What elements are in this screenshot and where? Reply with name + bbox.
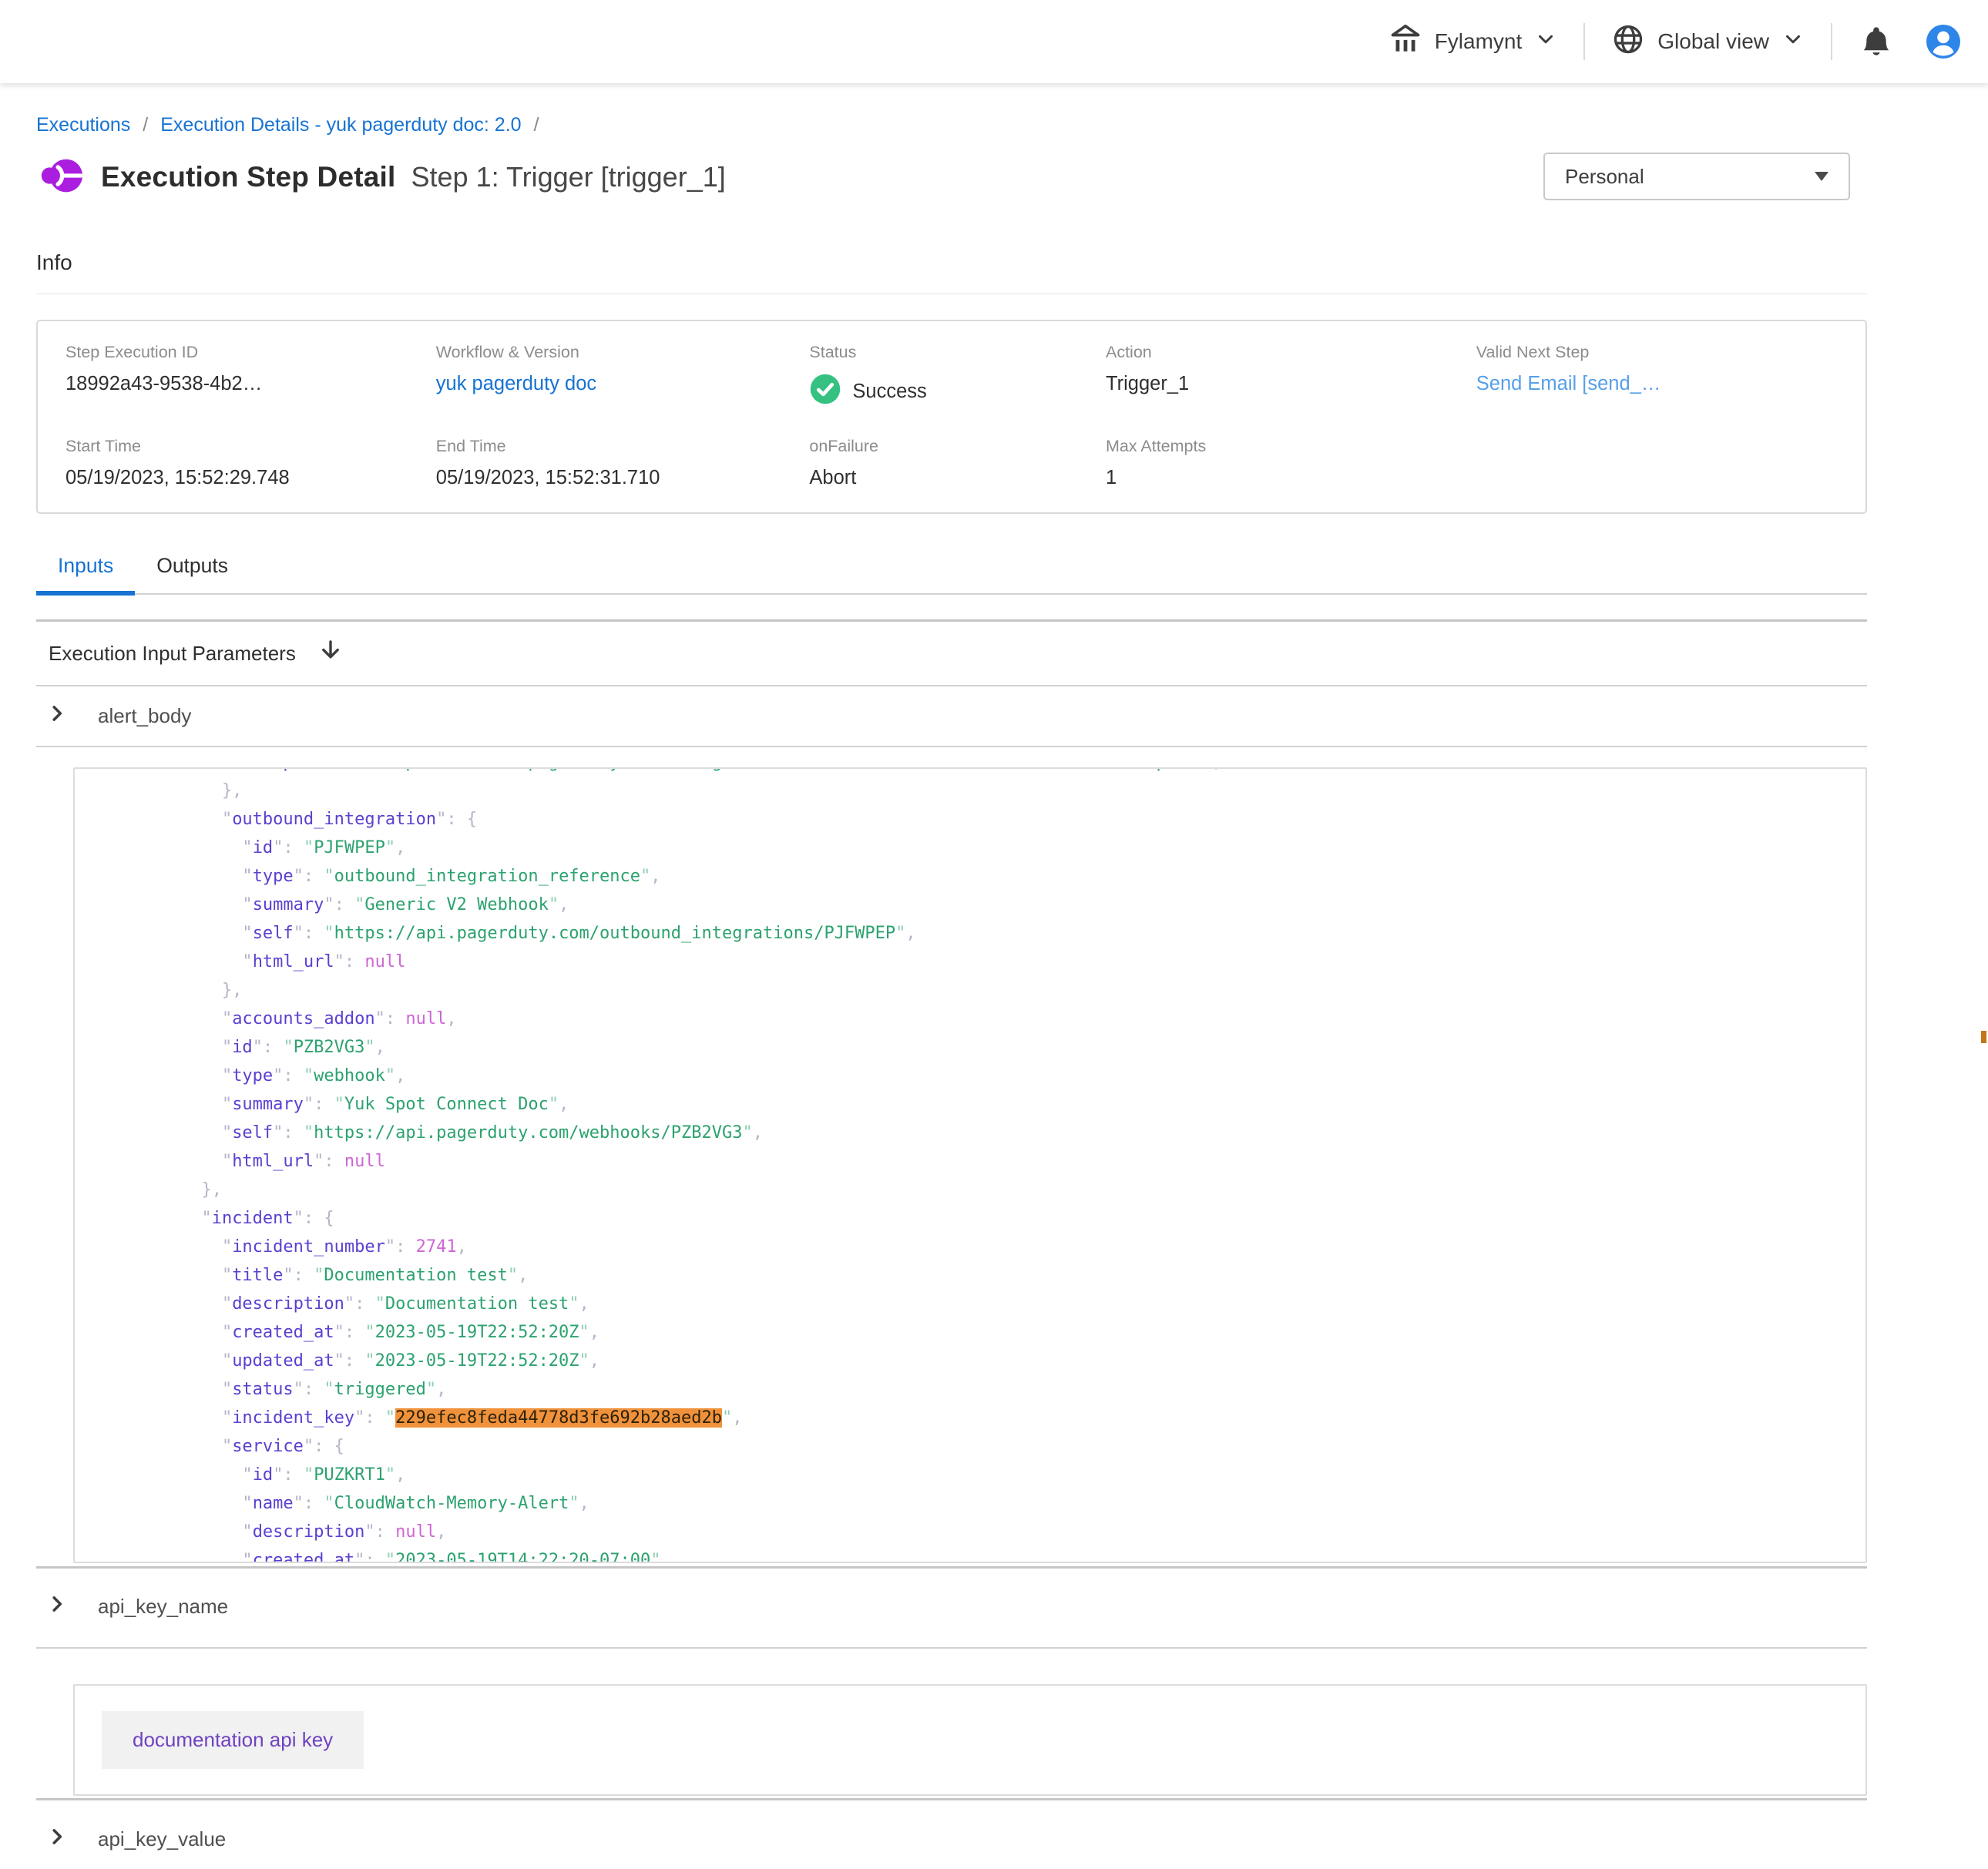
workflow-logo-icon [36, 152, 84, 203]
org-switcher[interactable]: Fylamynt [1389, 22, 1558, 62]
param-name-label: api_key_name [98, 1595, 228, 1619]
field-label: Action [1106, 343, 1476, 362]
page-header: Execution Step Detail Step 1: Trigger [t… [36, 152, 1867, 203]
field-label: Status [809, 343, 1106, 362]
scope-select-value: Personal [1565, 165, 1644, 189]
org-name-label: Fylamynt [1435, 29, 1523, 54]
main-content: Executions / Execution Details - yuk pag… [0, 114, 1988, 1869]
breadcrumb-separator: / [534, 114, 539, 136]
organization-icon [1389, 22, 1422, 62]
field-label: Workflow & Version [436, 343, 810, 362]
field-start-time: Start Time 05/19/2023, 15:52:29.748 [65, 437, 436, 489]
breadcrumb: Executions / Execution Details - yuk pag… [36, 114, 1867, 136]
breadcrumb-link-executions[interactable]: Executions [36, 114, 130, 136]
code-lines: "endpoint": "https://events.pagerduty.co… [75, 767, 1865, 1563]
chevron-down-icon [1534, 28, 1557, 56]
field-value: 1 [1106, 467, 1476, 489]
field-label: onFailure [809, 437, 1106, 456]
param-name-label: alert_body [98, 704, 191, 728]
field-step-execution-id: Step Execution ID 18992a43-9538-4b2… [65, 343, 436, 411]
field-value: Trigger_1 [1106, 373, 1476, 395]
topbar-divider [1831, 23, 1832, 60]
field-value: 18992a43-9538-4b2… [65, 373, 436, 395]
topbar: Fylamynt Global view [0, 0, 1988, 83]
view-name-label: Global view [1657, 29, 1769, 54]
field-workflow-version: Workflow & Version yuk pagerduty doc [436, 343, 810, 411]
info-card: Step Execution ID 18992a43-9538-4b2… Wor… [36, 320, 1867, 514]
next-step-link[interactable]: Send Email [send_… [1476, 373, 1838, 395]
param-row-api-key-value[interactable]: api_key_value [36, 1800, 1867, 1869]
user-avatar[interactable] [1925, 23, 1962, 60]
globe-icon [1611, 22, 1645, 62]
field-action: Action Trigger_1 [1106, 343, 1476, 411]
field-value: 05/19/2023, 15:52:29.748 [65, 467, 436, 489]
field-on-failure: onFailure Abort [809, 437, 1106, 489]
field-label: Max Attempts [1106, 437, 1476, 456]
page-title: Execution Step Detail [101, 161, 396, 193]
field-value: 05/19/2023, 15:52:31.710 [436, 467, 810, 489]
field-label: End Time [436, 437, 810, 456]
download-arrow-icon[interactable] [317, 638, 344, 669]
view-switcher[interactable]: Global view [1611, 22, 1805, 62]
field-max-attempts: Max Attempts 1 [1106, 437, 1476, 489]
success-check-icon [809, 373, 841, 411]
chevron-right-icon [47, 1827, 67, 1852]
alert-body-json-viewer[interactable]: "endpoint": "https://events.pagerduty.co… [73, 767, 1867, 1563]
field-label: Step Execution ID [65, 343, 436, 362]
param-name-label: api_key_value [98, 1827, 226, 1851]
tab-inputs[interactable]: Inputs [36, 554, 135, 593]
execution-input-parameters-label: Execution Input Parameters [49, 642, 296, 666]
notifications-bell-icon[interactable] [1859, 24, 1894, 59]
inputs-outputs-tabs: Inputs Outputs [36, 554, 1867, 595]
breadcrumb-separator: / [143, 114, 148, 136]
topbar-divider [1583, 23, 1585, 60]
caret-down-icon [1815, 172, 1828, 181]
field-label: Valid Next Step [1476, 343, 1838, 362]
field-valid-next-step: Valid Next Step Send Email [send_… [1476, 343, 1838, 411]
field-value: Abort [809, 467, 1106, 489]
status-badge: Success [809, 373, 1106, 411]
chevron-down-icon [1781, 28, 1805, 56]
field-status: Status Success [809, 343, 1106, 411]
api-key-name-chip: documentation api key [102, 1711, 364, 1769]
info-section-heading: Info [36, 250, 1867, 294]
field-label: Start Time [65, 437, 436, 456]
scope-select[interactable]: Personal [1543, 153, 1850, 200]
scrollbar-find-match-marker [1981, 1031, 1986, 1043]
chevron-right-icon [47, 703, 67, 729]
param-row-alert-body[interactable]: alert_body [36, 686, 1867, 747]
api-key-name-value-box: documentation api key [73, 1684, 1867, 1796]
page-subtitle: Step 1: Trigger [trigger_1] [411, 161, 726, 193]
status-text: Success [852, 381, 926, 403]
execution-input-parameters-header: Execution Input Parameters [36, 622, 1867, 686]
tab-outputs[interactable]: Outputs [135, 554, 250, 593]
workflow-link[interactable]: yuk pagerduty doc [436, 373, 810, 395]
param-row-api-key-name[interactable]: api_key_name [36, 1569, 1867, 1649]
field-end-time: End Time 05/19/2023, 15:52:31.710 [436, 437, 810, 489]
chevron-right-icon [47, 1594, 67, 1619]
breadcrumb-link-execution-details[interactable]: Execution Details - yuk pagerduty doc: 2… [160, 114, 521, 136]
